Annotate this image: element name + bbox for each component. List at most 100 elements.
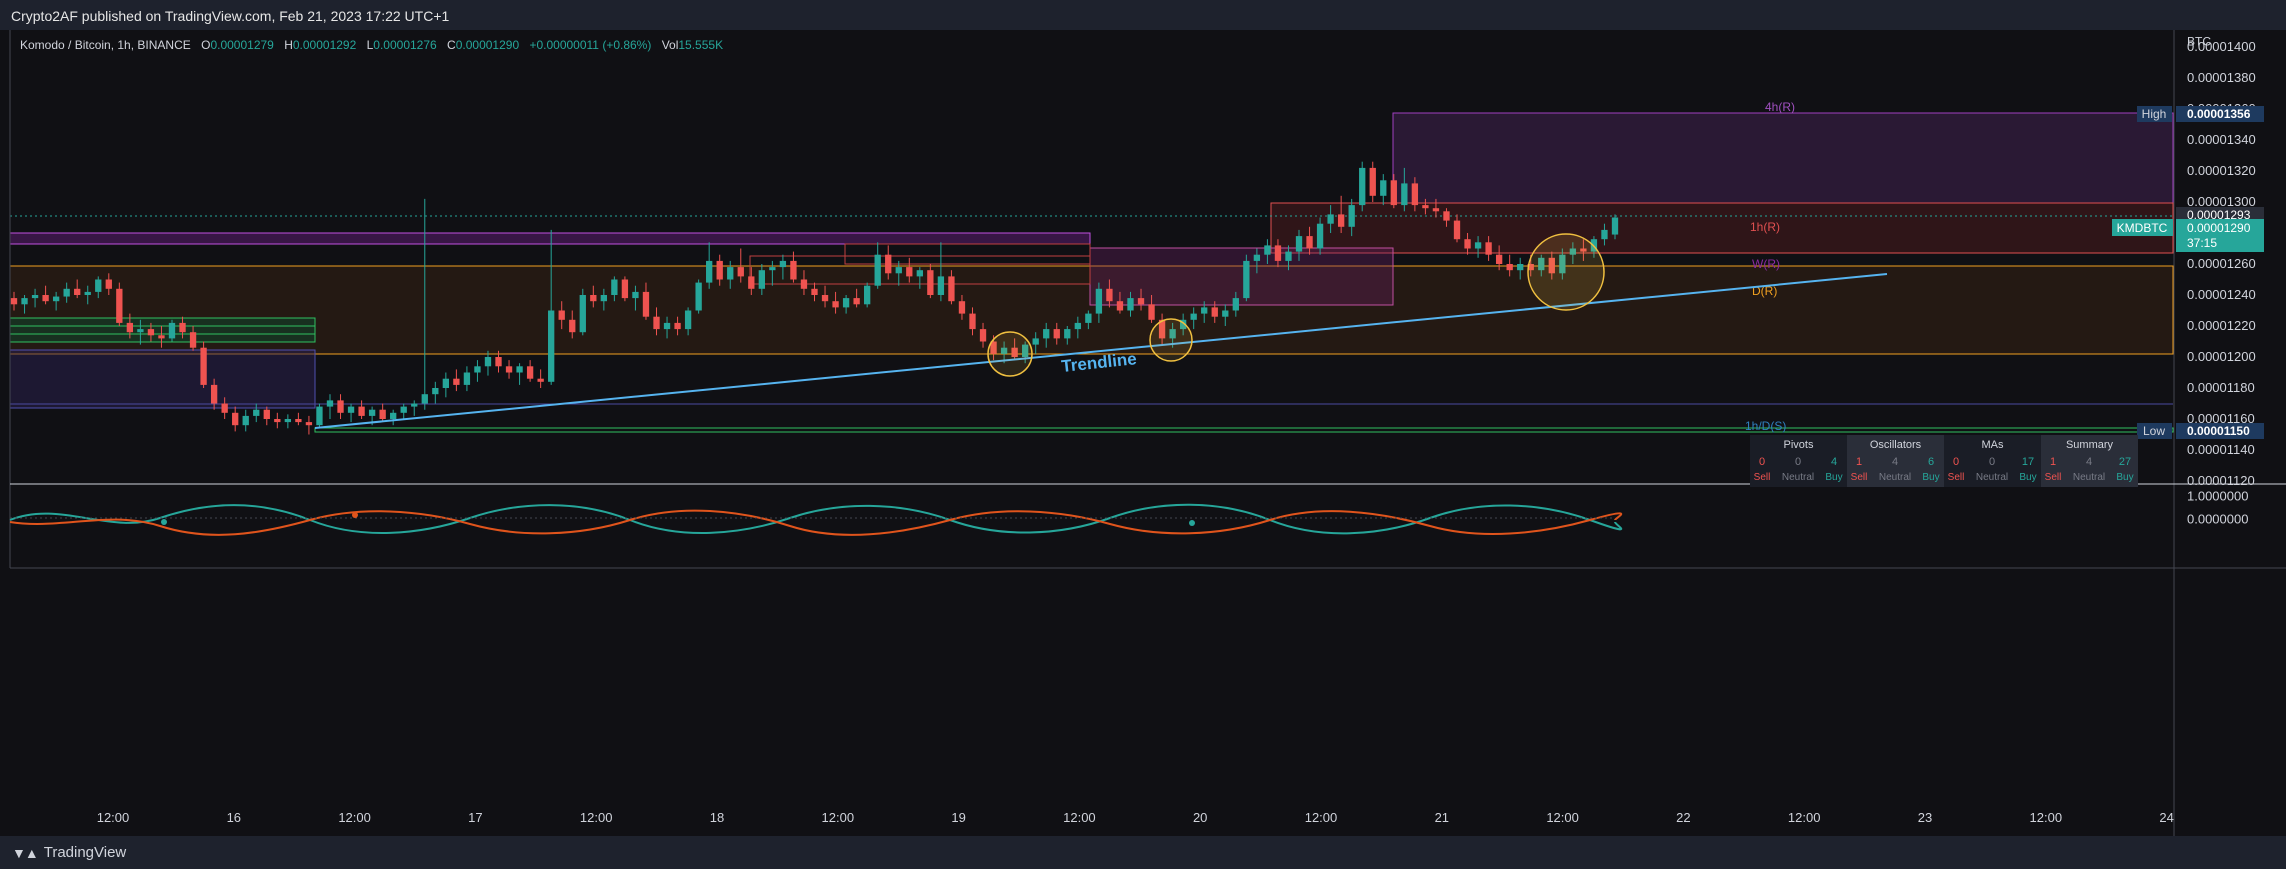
- x-tick-label: 24: [2159, 810, 2173, 825]
- tech-table-count: 1: [2050, 456, 2056, 468]
- tech-table-header: MAs: [1982, 439, 2005, 451]
- candle: [864, 282, 871, 308]
- tech-table-count: 27: [2119, 456, 2131, 468]
- candle: [1359, 161, 1366, 212]
- publish-info: Crypto2AF published on TradingView.com, …: [11, 8, 450, 24]
- y-tick-label: 0.00001300: [2187, 194, 2256, 209]
- y-tick-label: 0.00001240: [2187, 287, 2256, 302]
- x-tick-label: 12:00: [97, 810, 130, 825]
- candle: [200, 341, 207, 388]
- x-tick-label: 16: [227, 810, 241, 825]
- x-tick-label: 22: [1676, 810, 1690, 825]
- tech-table-label: Neutral: [1782, 472, 1814, 483]
- y-tick-label: 0.00001320: [2187, 163, 2256, 178]
- ohlc-legend: Komodo / Bitcoin, 1h, BINANCE O 0.0000127…: [20, 38, 723, 52]
- x-tick-label: 12:00: [1788, 810, 1821, 825]
- legend-h-label: H: [284, 38, 293, 52]
- tech-table-header: Pivots: [1784, 439, 1814, 451]
- x-tick-label: 12:00: [1063, 810, 1096, 825]
- low-price: 0.00001150: [2187, 424, 2250, 438]
- circle-marker-2: [1149, 318, 1193, 362]
- zone-left-purple: [9, 349, 316, 409]
- x-tick-label: 23: [1918, 810, 1932, 825]
- candle: [579, 288, 586, 336]
- tradingview-brand: TradingView: [43, 844, 127, 861]
- label-support: 1h/D(S): [1745, 419, 1786, 433]
- label-w: W(R): [1752, 257, 1780, 271]
- tech-table-label: Sell: [2045, 472, 2062, 483]
- y-tick-label: 0.00001120: [2187, 473, 2255, 488]
- tech-table-count: 4: [1831, 456, 1837, 468]
- candle: [621, 276, 629, 302]
- tech-table-label: Buy: [1825, 472, 1842, 483]
- y-tick-label: 0.00001400: [2187, 39, 2256, 54]
- legend-l: 0.00001276: [373, 38, 437, 52]
- tech-table-label: Neutral: [1879, 472, 1911, 483]
- footer-bar: ▼▲ TradingView: [0, 836, 2286, 869]
- legend-change: +0.00000011 (+0.86%): [529, 38, 651, 52]
- y-tick-label: 0.00001200: [2187, 349, 2256, 364]
- y-tick-label: 0.00001260: [2187, 256, 2256, 271]
- x-tick-label: 12:00: [1546, 810, 1579, 825]
- tradingview-logo[interactable]: ▼▲ TradingView: [12, 844, 126, 861]
- x-tick-label: 20: [1193, 810, 1207, 825]
- chart-area[interactable]: 4h(R) 1h(R) W(R) D(R) 1h/D(S) Trendline …: [0, 30, 2286, 836]
- legend-c: 0.00001290: [456, 38, 520, 52]
- y-tick-label: 0.00001140: [2187, 442, 2255, 457]
- x-tick-label: 21: [1435, 810, 1449, 825]
- label-4h: 4h(R): [1765, 100, 1795, 114]
- zone-top-band: [9, 232, 1091, 245]
- technicals-table: Pivots 0 Sell 0 Neutral 4 Buy Oscillators 1 Sell 4…: [1750, 435, 2138, 487]
- tradingview-logo-icon: ▼▲: [12, 844, 39, 861]
- high-price: 0.00001356: [2187, 107, 2251, 121]
- legend-vol-label: Vol: [662, 38, 679, 52]
- x-tick-label: 12:00: [338, 810, 371, 825]
- y-tick-label: 0.00001220: [2187, 318, 2256, 333]
- candle: [1243, 254, 1250, 302]
- tech-table-count: 4: [2086, 456, 2092, 468]
- label-1h: 1h(R): [1750, 220, 1780, 234]
- x-tick-label: 12:00: [1305, 810, 1338, 825]
- tech-table-label: Sell: [1948, 472, 1965, 483]
- tech-table-count: 0: [1759, 456, 1765, 468]
- legend-line: Komodo / Bitcoin, 1h, BINANCE O 0.0000127…: [20, 38, 723, 52]
- circle-marker-1: [987, 331, 1033, 377]
- x-tick-label: 12:00: [580, 810, 613, 825]
- tech-table-count: 0: [1795, 456, 1801, 468]
- osc-tick-top: 1.0000000: [2187, 488, 2248, 503]
- publish-bar: Crypto2AF published on TradingView.com, …: [0, 0, 2286, 30]
- tech-table-label: Sell: [1754, 472, 1771, 483]
- zone-1h-resistance: [1270, 202, 2174, 254]
- y-tick-label: 0.00001380: [2187, 70, 2256, 85]
- zone-4h-resistance: [1392, 112, 2174, 204]
- x-tick-label: 18: [710, 810, 724, 825]
- tech-table-count: 4: [1892, 456, 1898, 468]
- y-tick-label: 0.00001180: [2187, 380, 2255, 395]
- candle: [168, 319, 176, 342]
- tech-table-label: Buy: [2019, 472, 2036, 483]
- x-tick-label: 12:00: [822, 810, 855, 825]
- candle: [316, 403, 323, 429]
- legend-vol: 15.555K: [678, 38, 723, 52]
- tech-table-label: Sell: [1851, 472, 1868, 483]
- tech-table-header: Summary: [2066, 439, 2114, 451]
- tech-table-count: 17: [2022, 456, 2034, 468]
- low-tag-label: Low: [2143, 424, 2165, 438]
- osc-tick-zero: 0.0000000: [2187, 511, 2248, 526]
- tech-table-label: Neutral: [2073, 472, 2105, 483]
- countdown: 37:15: [2187, 236, 2217, 250]
- ticker-label: KMDBTC: [2117, 221, 2168, 235]
- tech-table-count: 0: [1989, 456, 1995, 468]
- x-tick-label: 17: [468, 810, 482, 825]
- zone-mid-band: [1089, 247, 1394, 306]
- x-tick-label: 19: [951, 810, 965, 825]
- tech-table-label: Buy: [2116, 472, 2133, 483]
- price-chart[interactable]: 4h(R) 1h(R) W(R) D(R) 1h/D(S) Trendline …: [0, 30, 2286, 836]
- tech-table-count: 6: [1928, 456, 1934, 468]
- legend-symbol: Komodo / Bitcoin, 1h, BINANCE: [20, 38, 191, 52]
- legend-h: 0.00001292: [293, 38, 357, 52]
- tech-table-header: Oscillators: [1870, 439, 1922, 451]
- high-tag-label: High: [2142, 107, 2167, 121]
- tech-table-label: Neutral: [1976, 472, 2008, 483]
- legend-o-label: O: [201, 38, 210, 52]
